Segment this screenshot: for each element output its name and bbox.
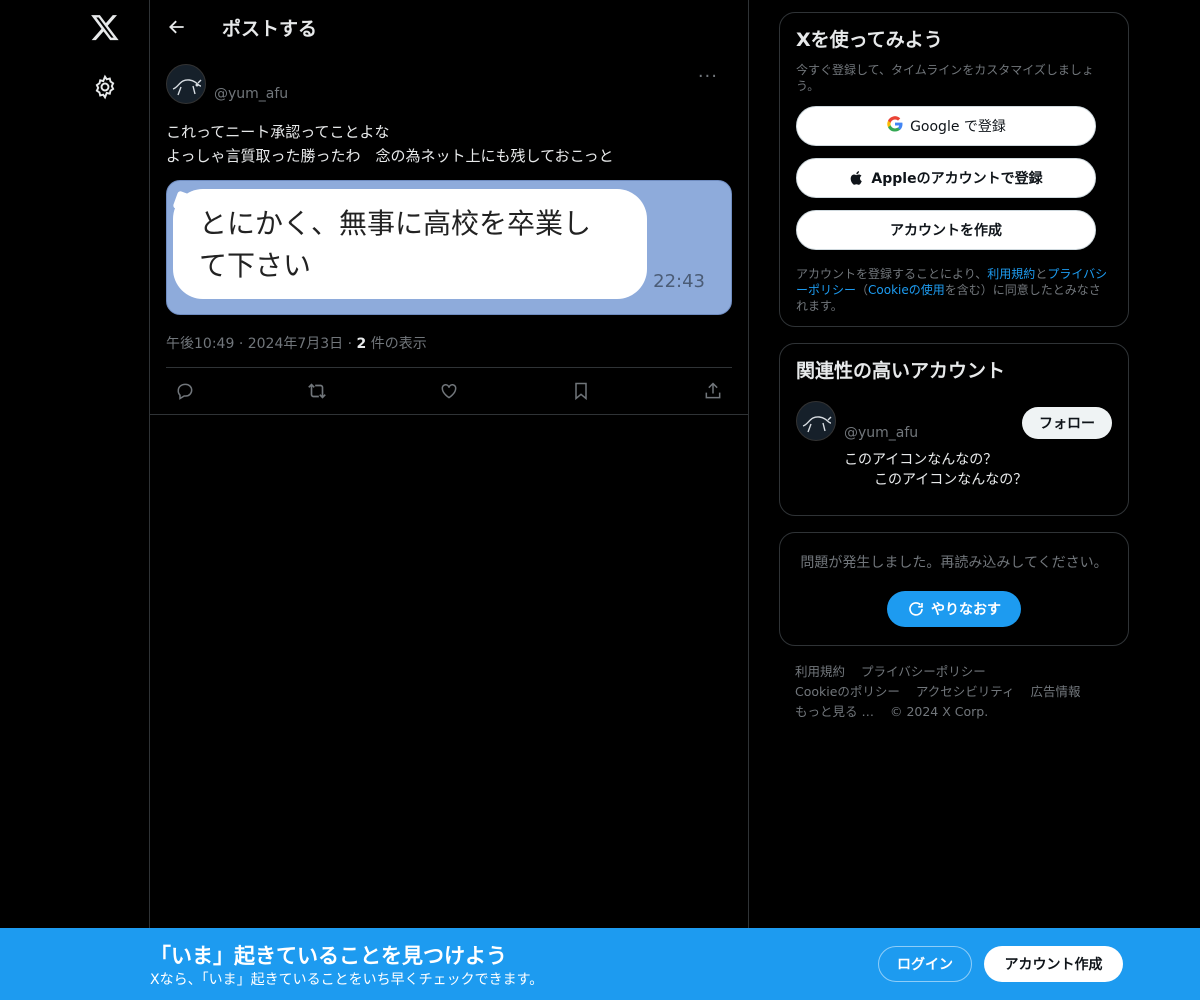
signup-card: Xを使ってみよう 今すぐ登録して、タイムラインをカスタマイズしましょう。 Goo… bbox=[779, 12, 1129, 327]
avatar[interactable] bbox=[166, 64, 206, 104]
google-signup-button[interactable]: Google で登録 bbox=[796, 106, 1096, 146]
views-label: 件の表示 bbox=[370, 336, 427, 352]
related-account-bio: このアイコンなんなの？ bbox=[844, 452, 998, 468]
bookmark-icon[interactable] bbox=[568, 378, 594, 404]
bottom-signup-bar: 「いま」起きていることを見つけよう Xなら、「いま」起きていることをいち早くチェ… bbox=[0, 928, 1200, 1000]
arrow-left-icon[interactable] bbox=[164, 14, 190, 40]
page-header: ポストする bbox=[150, 0, 748, 54]
related-accounts-card: 関連性の高いアカウント @yum_afu フォロー このアイコンなんなの？ この… bbox=[779, 343, 1129, 516]
bottom-bar-title: 「いま」起きていることを見つけよう bbox=[150, 944, 507, 968]
more-options-icon[interactable]: ··· bbox=[698, 66, 718, 87]
signup-card-title: Xを使ってみよう bbox=[796, 29, 943, 51]
like-icon[interactable] bbox=[436, 378, 462, 404]
signup-card-subtitle: 今すぐ登録して、タイムラインをカスタマイズしましょう。 bbox=[796, 63, 1094, 93]
legal-text: アカウントを登録することにより、 bbox=[796, 267, 988, 281]
tweet-time[interactable]: 午後10:49 bbox=[166, 336, 234, 352]
chat-bubble-tail bbox=[172, 190, 196, 214]
footer-link[interactable]: 利用規約 bbox=[795, 664, 845, 679]
tweet: @yum_afu ··· これってニート承認ってことよな よっしゃ言質取った勝っ… bbox=[150, 64, 748, 414]
tweet-actions bbox=[166, 367, 732, 414]
separator: · bbox=[347, 336, 353, 352]
cookie-link[interactable]: Cookieの使用 bbox=[868, 283, 945, 297]
google-signup-label: Google で登録 bbox=[910, 119, 1006, 135]
apple-signup-button[interactable]: Appleのアカウントで登録 bbox=[796, 158, 1096, 198]
gear-icon[interactable] bbox=[92, 74, 118, 100]
tweet-text-line: これってニート承認ってことよな bbox=[166, 123, 390, 141]
share-icon[interactable] bbox=[700, 378, 726, 404]
tweet-text: これってニート承認ってことよな よっしゃ言質取った勝ったわ 念の為ネット上にも残… bbox=[166, 120, 732, 168]
refresh-icon bbox=[907, 600, 925, 618]
footer-link[interactable]: 広告情報 bbox=[1031, 684, 1081, 699]
retry-button[interactable]: やりなおす bbox=[887, 591, 1021, 627]
separator: · bbox=[238, 336, 244, 352]
follow-button[interactable]: フォロー bbox=[1022, 407, 1112, 439]
retweet-icon[interactable] bbox=[304, 378, 330, 404]
main-column: ポストする @yum_afu ··· これってニート承認ってことよな よっしゃ言… bbox=[149, 0, 749, 928]
tweet-media-image[interactable]: とにかく、無事に高校を卒業し て下さい 22:43 bbox=[166, 180, 732, 315]
create-account-button[interactable]: アカウントを作成 bbox=[796, 210, 1096, 250]
footer-more-link[interactable]: もっと見る … bbox=[795, 704, 874, 719]
footer-link[interactable]: Cookieのポリシー bbox=[795, 684, 900, 699]
terms-link[interactable]: 利用規約 bbox=[987, 267, 1035, 281]
related-account-handle[interactable]: @yum_afu bbox=[844, 425, 918, 441]
left-nav bbox=[60, 0, 150, 928]
copyright: © 2024 X Corp. bbox=[889, 704, 989, 719]
avatar[interactable] bbox=[796, 401, 836, 441]
error-message: 問題が発生しました。再読み込みしてください。 bbox=[800, 555, 1108, 571]
reply-icon[interactable] bbox=[172, 378, 198, 404]
related-account-bio: このアイコンなんなの？ bbox=[874, 472, 1028, 488]
tweet-date[interactable]: 2024年7月3日 bbox=[248, 336, 343, 352]
chat-bubble: とにかく、無事に高校を卒業し て下さい bbox=[172, 189, 647, 299]
tweet-meta: 午後10:49 · 2024年7月3日 · 2 件の表示 bbox=[166, 333, 732, 359]
apple-icon bbox=[849, 169, 865, 187]
bottom-bar-subtitle: Xなら、「いま」起きていることをいち早くチェックできます。 bbox=[150, 972, 544, 988]
footer-links: 利用規約 プライバシーポリシー Cookieのポリシー アクセシビリティ 広告情… bbox=[779, 662, 1129, 722]
legal-text: と bbox=[1035, 267, 1048, 281]
related-card-title: 関連性の高いアカウント bbox=[796, 360, 1006, 382]
right-sidebar: Xを使ってみよう 今すぐ登録して、タイムラインをカスタマイズしましょう。 Goo… bbox=[779, 12, 1129, 722]
error-card: 問題が発生しました。再読み込みしてください。 やりなおす bbox=[779, 532, 1129, 646]
chat-bubble-line: とにかく、無事に高校を卒業し bbox=[199, 207, 592, 240]
views-count: 2 bbox=[356, 336, 367, 352]
x-logo-icon[interactable] bbox=[90, 12, 120, 42]
divider bbox=[150, 414, 748, 415]
retry-label: やりなおす bbox=[931, 602, 1001, 618]
tweet-handle[interactable]: @yum_afu bbox=[214, 86, 288, 102]
footer-link[interactable]: アクセシビリティ bbox=[916, 684, 1015, 699]
tweet-header: @yum_afu ··· bbox=[166, 64, 732, 114]
tweet-text-line: よっしゃ言質取った勝ったわ 念の為ネット上にも残しておこっと bbox=[166, 147, 614, 165]
apple-signup-label: Appleのアカウントで登録 bbox=[871, 171, 1043, 187]
related-account-row[interactable]: @yum_afu フォロー このアイコンなんなの？ このアイコンなんなの？ bbox=[796, 393, 1112, 503]
chat-bubble-line: て下さい bbox=[199, 249, 312, 282]
create-account-label: アカウントを作成 bbox=[890, 223, 1002, 239]
signup-legal-text: アカウントを登録することにより、利用規約とプライバシーポリシー（Cookieの使… bbox=[796, 266, 1112, 314]
signup-button[interactable]: アカウント作成 bbox=[984, 946, 1123, 982]
login-button[interactable]: ログイン bbox=[878, 946, 972, 982]
google-icon bbox=[886, 115, 904, 137]
chat-timestamp: 22:43 bbox=[653, 271, 705, 292]
legal-text: （ bbox=[856, 283, 869, 297]
footer-link[interactable]: プライバシーポリシー bbox=[861, 664, 986, 679]
page-title: ポストする bbox=[222, 18, 318, 40]
